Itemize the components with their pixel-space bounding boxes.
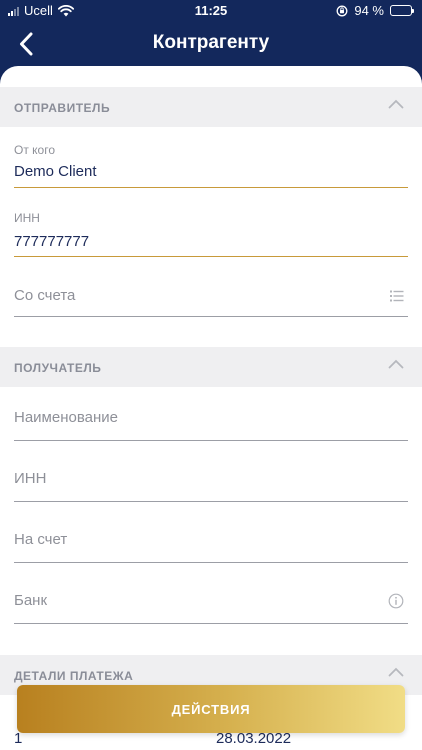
form-sheet: ОТПРАВИТЕЛЬ От кого Demo Client ИНН 7777… xyxy=(0,66,422,750)
section-header-recipient[interactable]: ПОЛУЧАТЕЛЬ xyxy=(0,347,422,387)
from-account-underline xyxy=(14,316,408,317)
recipient-inn-field[interactable]: ИНН xyxy=(14,461,408,503)
chevron-up-icon xyxy=(388,99,404,109)
nav-bar: Контрагенту xyxy=(0,22,422,66)
sender-inn-field[interactable]: ИНН 777777777 xyxy=(14,206,408,257)
sender-inn-label: ИНН xyxy=(14,211,40,225)
to-account-field[interactable]: На счет xyxy=(14,522,408,564)
from-label: От кого xyxy=(14,143,56,157)
orientation-lock-icon xyxy=(336,5,348,16)
page-title: Контрагенту xyxy=(152,32,270,53)
battery-percent: 94 % xyxy=(354,3,384,18)
actions-button[interactable]: ДЕЙСТВИЯ xyxy=(17,685,405,733)
from-account-placeholder: Со счета xyxy=(14,287,76,304)
section-title-sender: ОТПРАВИТЕЛЬ xyxy=(14,101,111,115)
bank-placeholder: Банк xyxy=(14,592,48,609)
to-account-underline xyxy=(14,562,408,563)
section-header-sender[interactable]: ОТПРАВИТЕЛЬ xyxy=(0,87,422,127)
sender-inn-underline xyxy=(14,256,408,257)
status-right: 94 % xyxy=(336,3,414,18)
from-account-field[interactable]: Со счета xyxy=(14,278,408,318)
battery-icon xyxy=(390,5,414,16)
recipient-name-placeholder: Наименование xyxy=(14,409,118,426)
recipient-inn-underline xyxy=(14,501,408,502)
status-bar: Ucell 11:25 94 % xyxy=(0,0,422,22)
recipient-name-field[interactable]: Наименование xyxy=(14,400,408,442)
chevron-up-icon xyxy=(388,667,404,677)
sender-inn-value: 777777777 xyxy=(14,233,90,250)
from-underline xyxy=(14,187,408,188)
section-title-details: ДЕТАЛИ ПЛАТЕЖА xyxy=(14,669,134,683)
bank-field[interactable]: Банк xyxy=(14,583,408,625)
bank-underline xyxy=(14,623,408,624)
to-account-placeholder: На счет xyxy=(14,531,68,548)
recipient-inn-placeholder: ИНН xyxy=(14,470,47,487)
list-icon[interactable] xyxy=(390,290,404,302)
recipient-name-underline xyxy=(14,440,408,441)
info-icon[interactable] xyxy=(388,593,404,609)
chevron-up-icon xyxy=(388,359,404,369)
from-field[interactable]: От кого Demo Client xyxy=(14,138,408,188)
from-value: Demo Client xyxy=(14,163,97,180)
section-title-recipient: ПОЛУЧАТЕЛЬ xyxy=(14,361,102,375)
